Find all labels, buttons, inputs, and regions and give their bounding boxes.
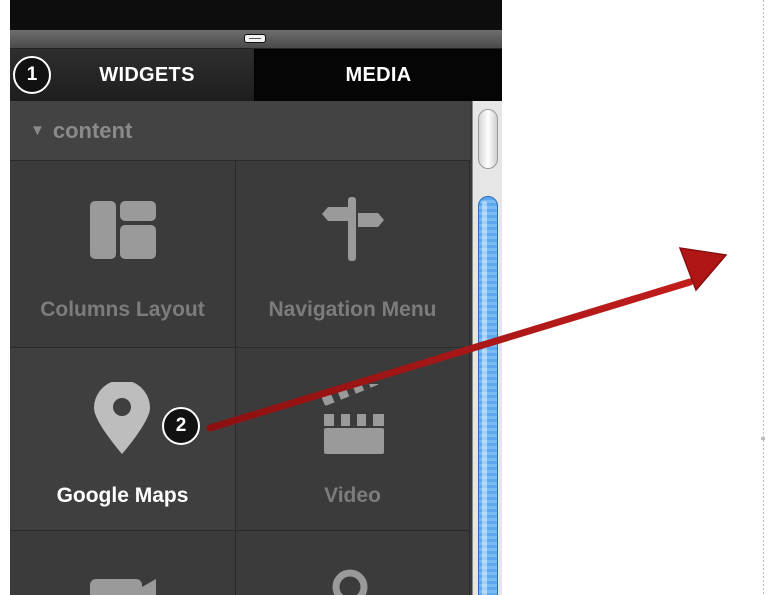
callout-2: 2: [162, 407, 200, 445]
annotation-arrow: [206, 247, 728, 432]
page-divider: [763, 0, 764, 595]
callout-number: 2: [175, 415, 187, 436]
divider-mark: [761, 437, 765, 440]
